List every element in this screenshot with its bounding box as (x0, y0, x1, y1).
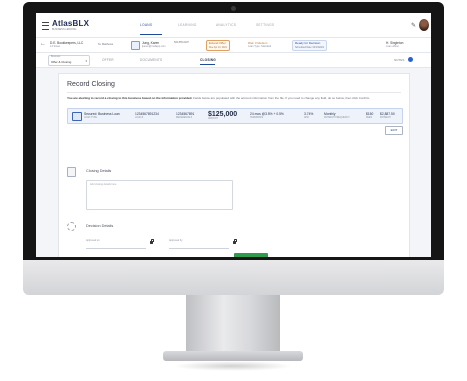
offer-status-chip[interactable]: Extend Offer Due Apr 10, 2021 (206, 40, 230, 51)
closing-details-textarea[interactable]: Add closing details here (86, 180, 233, 210)
app-logo[interactable]: AtlasBLX (52, 19, 89, 28)
closing-description: You are electing to record a closing to … (67, 96, 371, 100)
edit-button[interactable]: EDIT (385, 126, 403, 135)
loan-apr: 3.74% APR (304, 112, 314, 119)
loan-number: 1234567891234 LOAN # (135, 112, 159, 119)
nav-settings[interactable]: SETTINGS (256, 23, 274, 27)
stage-select[interactable]: Business Offer & Closing ▾ (48, 55, 90, 66)
document-icon (67, 167, 76, 177)
monitor-foot (163, 351, 303, 361)
monitor-stand (186, 295, 280, 353)
tab-documents[interactable]: DOCUMENTS (140, 58, 162, 62)
notes-badge[interactable] (408, 57, 413, 62)
monitor-chin (23, 260, 444, 295)
logo-subtitle: BUSINESS LENDING (52, 28, 77, 31)
page-title: Record Closing (67, 81, 115, 88)
confirm-button[interactable] (234, 253, 268, 257)
nav-active-indicator (140, 34, 162, 35)
payment-frequency: Monthly PAYMENT FREQUENCY (324, 112, 350, 119)
loan-document-icon (72, 112, 82, 121)
user-avatar[interactable] (419, 19, 429, 31)
contact-info: Jung, Karen jkaren@mailapp.com (142, 41, 166, 48)
closing-details-title: Closing Details (86, 169, 112, 173)
business-location: St. Matthews (98, 43, 113, 46)
loan-officer: H. Singleton Loan officer (386, 41, 404, 48)
loan-term: 24 mos @3.5% + 0.5% TERM/RATE (250, 112, 284, 119)
decision-status-chip[interactable]: Ready for Decision Scheduled Date: 04/13… (292, 40, 328, 51)
tab-closing[interactable]: CLOSING (200, 58, 216, 62)
chevron-down-icon: ▾ (85, 59, 87, 63)
tab-active-indicator (200, 64, 215, 65)
loan-reference: 1234567891 REFERENCE # (176, 112, 195, 119)
loan-payment: $2,887.50 PAYMENT (380, 112, 395, 119)
tab-offer[interactable]: OFFER (102, 58, 114, 62)
risk-rating: Risk: 0 Medium Loan Type: Standard (248, 41, 272, 48)
nav-loans[interactable]: LOANS (140, 23, 152, 27)
camera-icon (231, 6, 236, 11)
gear-icon (67, 222, 76, 231)
top-nav-bar: AtlasBLX BUSINESS LENDING LOANS LEARNING… (36, 13, 431, 38)
nav-analytics[interactable]: ANALYTICS (216, 23, 236, 27)
app-screen: AtlasBLX BUSINESS LENDING LOANS LEARNING… (36, 13, 431, 257)
back-arrow-icon[interactable]: ← (40, 41, 46, 47)
approved-on-field[interactable]: Approved on (86, 239, 146, 249)
loan-fee: $150 FEES (366, 112, 374, 119)
loan-summary-row: Secured: Business Loan LOAN TYPE 12345678… (67, 108, 403, 124)
business-info-bar: ← D.E. Bookkeepers, LLC 14 Street St. Ma… (36, 38, 431, 53)
office-icon (131, 41, 140, 50)
contact-phone: 502-555-0187 (174, 41, 189, 44)
lock-icon (233, 239, 237, 244)
approved-by-field[interactable]: Approved by (169, 239, 229, 249)
record-closing-card: Record Closing You are electing to recor… (58, 73, 410, 257)
monitor-bezel: AtlasBLX BUSINESS LENDING LOANS LEARNING… (23, 2, 444, 260)
business-name: D.E. Bookkeepers, LLC 14 Street (50, 41, 84, 48)
imac-mockup: AtlasBLX BUSINESS LENDING LOANS LEARNING… (23, 0, 444, 381)
sub-tab-bar: Business Offer & Closing ▾ OFFER DOCUMEN… (36, 53, 431, 68)
loan-amount: $125,000 AMOUNT (208, 111, 238, 120)
loan-name: Secured: Business Loan LOAN TYPE (84, 112, 120, 119)
pencil-icon[interactable]: ✎ (411, 22, 416, 29)
divider (67, 92, 401, 93)
lock-icon (150, 239, 154, 244)
nav-learning[interactable]: LEARNING (178, 23, 197, 27)
notes-button[interactable]: NOTES (394, 58, 404, 62)
stand-shadow (173, 361, 293, 371)
hamburger-menu-icon[interactable] (42, 22, 49, 30)
decision-details-title: Decision Details (86, 224, 114, 228)
